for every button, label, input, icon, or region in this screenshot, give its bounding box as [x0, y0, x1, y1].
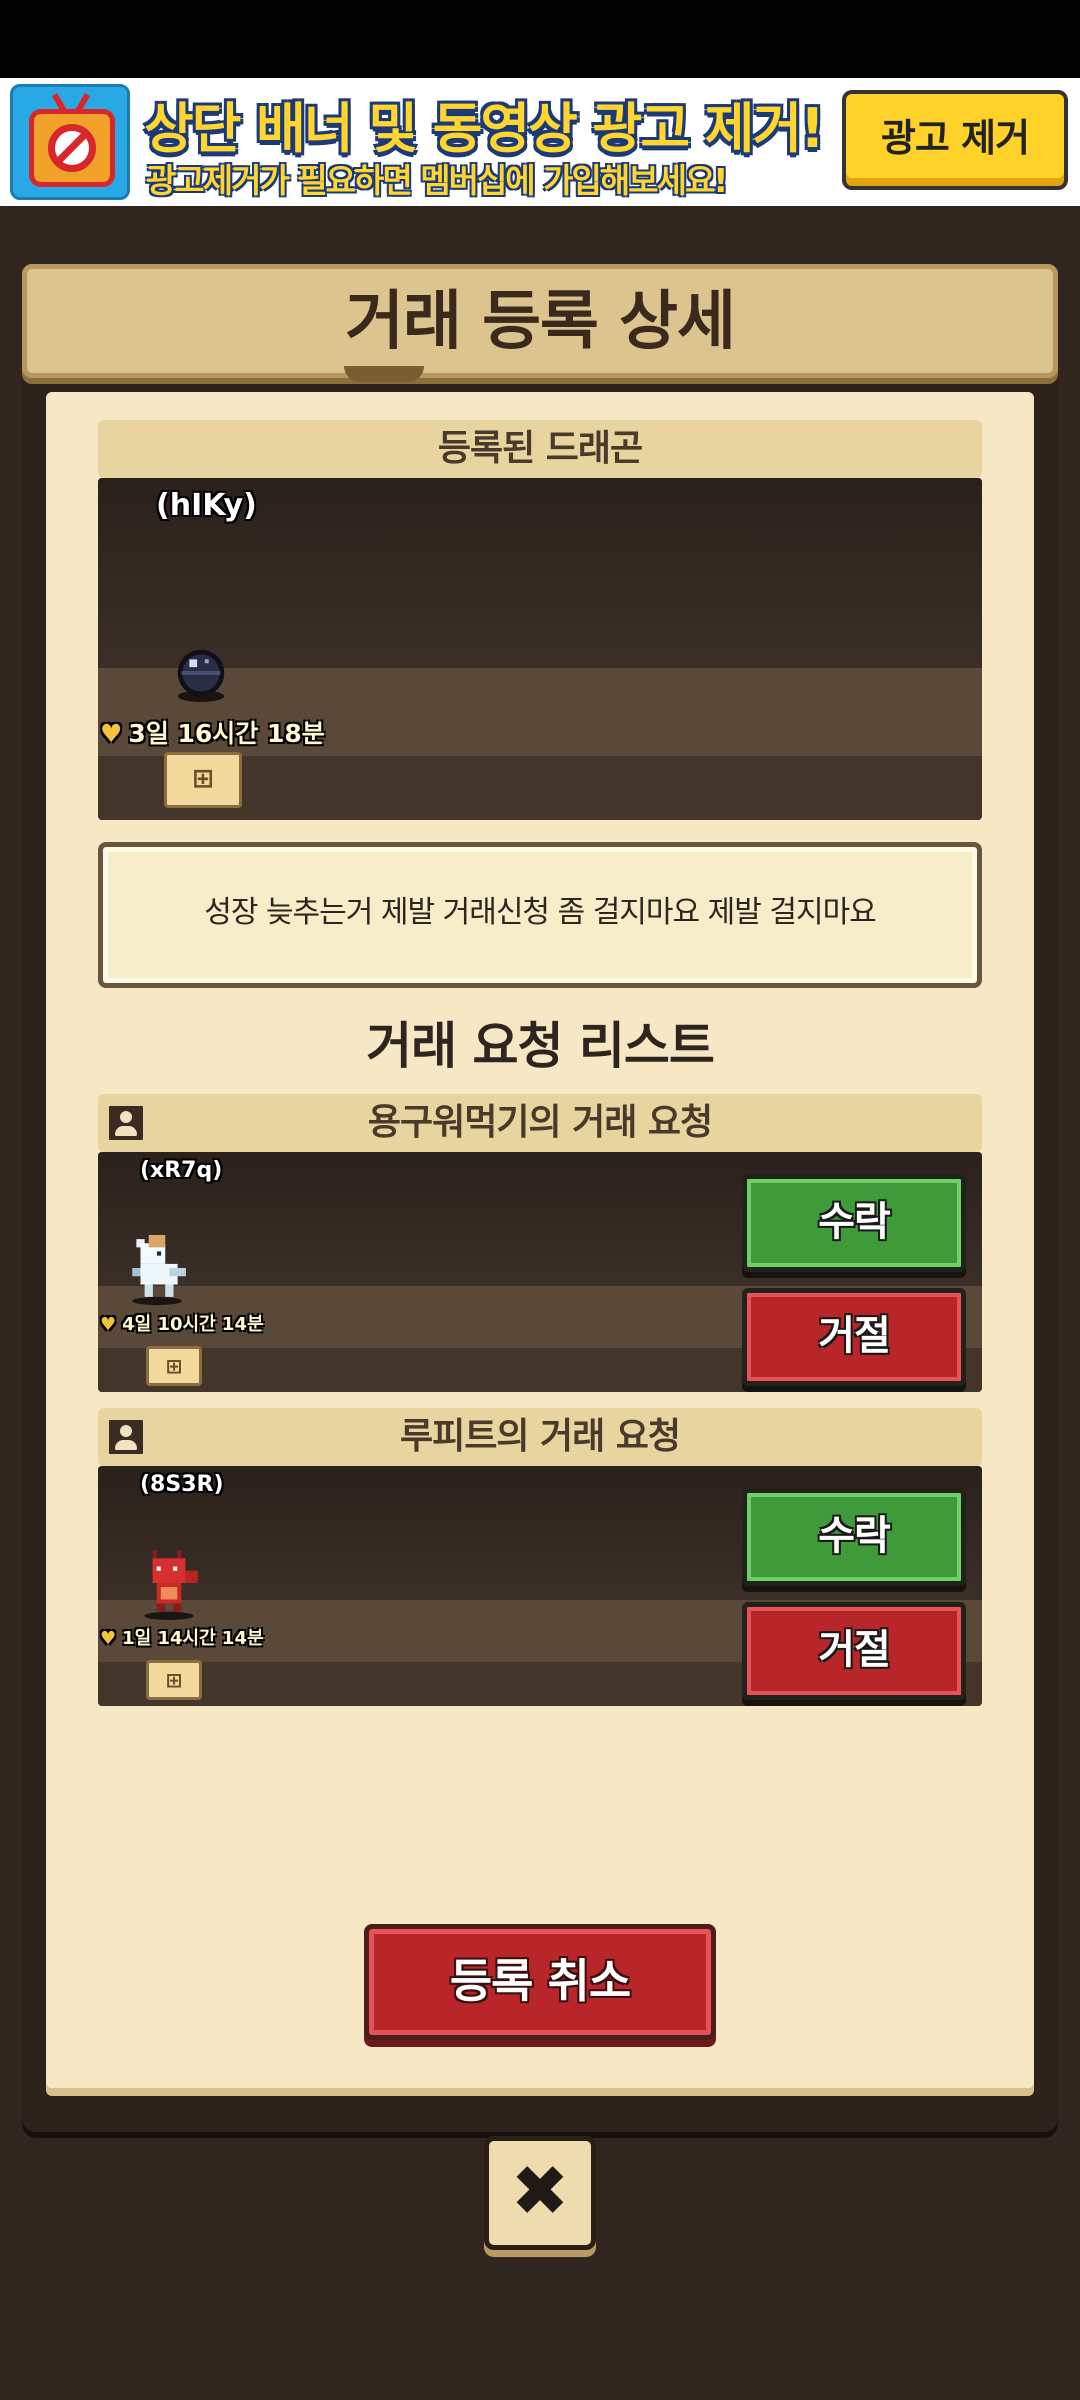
dragon-code: (xR7q): [140, 1158, 223, 1183]
profile-icon[interactable]: [106, 1103, 146, 1143]
reject-button[interactable]: 거절: [742, 1602, 966, 1700]
close-icon: ✖: [510, 2150, 570, 2232]
request-header: 용구워먹기의 거래 요청: [98, 1094, 982, 1152]
status-bar: [0, 0, 1080, 78]
heart-icon: ♥: [100, 1628, 117, 1649]
request-header-text: 루피트의 거래 요청: [399, 1416, 681, 1457]
dragon-timer: ♥ 4일 10시간 14분: [100, 1310, 264, 1336]
family-tree-icon[interactable]: ⊞: [146, 1660, 202, 1700]
no-ads-tv-icon: [10, 84, 130, 200]
cancel-registration-button[interactable]: 등록 취소: [364, 1924, 716, 2040]
dragon-timer: ♥ 1일 14시간 14분: [100, 1624, 264, 1650]
white-dragon-sprite: [132, 1235, 186, 1306]
registered-dragon-box[interactable]: (hIKy) ♥ 3일 16시간 18분 ⊞: [98, 478, 982, 820]
request-header: 루피트의 거래 요청: [98, 1408, 982, 1466]
family-tree-icon[interactable]: ⊞: [146, 1346, 202, 1386]
remove-ads-button[interactable]: 광고 제거: [842, 90, 1068, 190]
dragon-timer-text: 1일 14시간 14분: [122, 1628, 264, 1649]
red-dragon-sprite: [144, 1550, 198, 1620]
ad-title: 상단 배너 및 동영상 광고 제거!: [144, 97, 825, 160]
reject-button[interactable]: 거절: [742, 1288, 966, 1386]
trade-note: 성장 늦추는거 제발 거래신청 좀 걸지마요 제발 걸지마요: [98, 842, 982, 988]
dialog-title: 거래 등록 상세: [345, 285, 736, 359]
dialog-title-bar: 거래 등록 상세: [22, 264, 1058, 378]
dragon-timer-text: 3일 16시간 18분: [128, 719, 325, 748]
ad-subtitle: 광고제거가 필요하면 멤버십에 가입해보세요!: [146, 161, 728, 200]
heart-icon: ♥: [100, 1314, 117, 1335]
dragon-code: (hIKy): [156, 488, 257, 523]
profile-icon[interactable]: [106, 1417, 146, 1457]
heart-icon: ♥: [100, 719, 123, 748]
dragon-code: (8S3R): [140, 1472, 224, 1497]
dragon-timer-text: 4일 10시간 14분: [122, 1314, 264, 1335]
registered-dragon-header: 등록된 드래곤: [98, 420, 982, 478]
family-tree-icon[interactable]: ⊞: [164, 752, 242, 808]
dragon-egg-sprite: [177, 649, 225, 702]
dragon-timer: ♥ 3일 16시간 18분: [100, 714, 325, 750]
accept-button[interactable]: 수락: [742, 1174, 966, 1272]
accept-button[interactable]: 수락: [742, 1488, 966, 1586]
close-button[interactable]: ✖: [484, 2136, 596, 2250]
title-ornament: [344, 366, 424, 382]
request-header-text: 용구워먹기의 거래 요청: [367, 1102, 713, 1143]
ad-banner[interactable]: 상단 배너 및 동영상 광고 제거! 광고제거가 필요하면 멤버십에 가입해보세…: [0, 78, 1080, 206]
request-list-title: 거래 요청 리스트: [366, 1017, 715, 1075]
